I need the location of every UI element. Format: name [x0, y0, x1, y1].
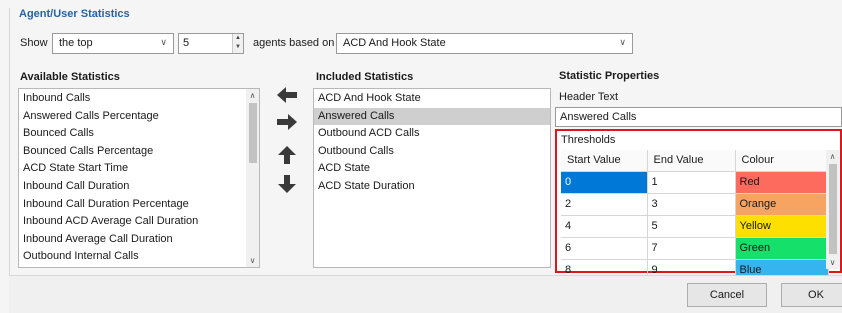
colour-cell[interactable]: Red — [735, 171, 829, 194]
colour-cell[interactable]: Green — [735, 237, 829, 260]
list-item[interactable]: Inbound Call Duration Percentage — [19, 196, 245, 214]
arrow-up-icon — [278, 146, 296, 164]
scroll-up-icon[interactable]: ∧ — [246, 89, 259, 102]
end-value-cell[interactable]: 3 — [647, 193, 736, 216]
list-item[interactable]: Answered Calls Percentage — [19, 108, 245, 126]
show-mode-dropdown[interactable]: the top ∨ — [52, 33, 174, 54]
start-value-cell[interactable]: 6 — [561, 237, 648, 260]
scroll-down-icon[interactable]: ∨ — [826, 256, 839, 269]
end-value-cell[interactable]: 1 — [647, 171, 736, 194]
list-item[interactable]: Outbound ACD Calls — [314, 125, 550, 143]
based-on-value: ACD And Hook State — [343, 37, 446, 49]
ok-button[interactable]: OK — [781, 283, 842, 307]
column-header-colour[interactable]: Colour — [735, 150, 829, 172]
thresholds-panel: Thresholds Start Value End Value Colour … — [555, 129, 842, 282]
based-on-dropdown[interactable]: ACD And Hook State ∨ — [336, 33, 633, 54]
colour-cell[interactable]: Yellow — [735, 215, 829, 238]
header-text-input[interactable]: Answered Calls — [555, 107, 842, 127]
thresholds-table: Start Value End Value Colour 0 1 Red 2 3 Oran… — [561, 150, 829, 282]
scroll-up-icon[interactable]: ∧ — [826, 150, 839, 163]
remove-statistic-button[interactable] — [275, 112, 299, 132]
start-value-cell[interactable]: 0 — [561, 171, 648, 194]
table-row[interactable]: 4 5 Yellow — [561, 215, 829, 238]
table-row[interactable]: 2 3 Orange — [561, 193, 829, 216]
included-statistics-header: Included Statistics — [316, 71, 414, 83]
start-value-cell[interactable]: 4 — [561, 215, 648, 238]
list-item[interactable]: Bounced Calls Percentage — [19, 143, 245, 161]
count-value: 5 — [183, 37, 190, 49]
chevron-down-icon: ∨ — [160, 37, 167, 47]
arrow-right-icon — [277, 114, 297, 130]
scroll-down-icon[interactable]: ∨ — [246, 254, 259, 267]
thresholds-label: Thresholds — [561, 134, 616, 146]
table-header-row: Start Value End Value Colour — [561, 150, 829, 172]
move-up-button[interactable] — [275, 145, 299, 165]
list-item[interactable]: Outbound Internal Calls — [19, 248, 245, 266]
list-item[interactable]: Inbound Call Duration — [19, 178, 245, 196]
increment-icon[interactable]: ▲ — [233, 34, 243, 43]
list-item[interactable]: ACD And Hook State — [314, 90, 550, 108]
agent-statistics-dialog: Agent/User Statistics Show the top ∨ 5 ▲… — [0, 0, 842, 313]
end-value-cell[interactable]: 5 — [647, 215, 736, 238]
add-statistic-button[interactable] — [275, 85, 299, 105]
available-statistics-list[interactable]: Inbound Calls Answered Calls Percentage Bo… — [18, 88, 260, 268]
move-down-button[interactable] — [275, 174, 299, 194]
list-item[interactable]: ACD State — [314, 160, 550, 178]
available-statistics-header: Available Statistics — [20, 71, 120, 83]
arrow-left-icon — [277, 87, 297, 103]
list-item[interactable]: ACD State Start Time — [19, 160, 245, 178]
column-header-start[interactable]: Start Value — [561, 150, 648, 172]
scroll-thumb[interactable] — [829, 164, 837, 254]
list-item[interactable]: Inbound ACD Average Call Duration — [19, 213, 245, 231]
included-statistics-list[interactable]: ACD And Hook State Answered Calls Outbound… — [313, 88, 551, 268]
chevron-down-icon: ∨ — [619, 37, 626, 47]
stepper-buttons[interactable]: ▲ ▼ — [232, 34, 243, 53]
scroll-thumb[interactable] — [249, 103, 257, 163]
vertical-scrollbar[interactable]: ∧ ∨ — [246, 89, 259, 267]
header-text-label: Header Text — [559, 91, 619, 103]
list-item[interactable]: Answered Calls — [314, 107, 550, 126]
decrement-icon[interactable]: ▼ — [233, 43, 243, 52]
start-value-cell[interactable]: 2 — [561, 193, 648, 216]
group-title: Agent/User Statistics — [19, 8, 130, 20]
list-item[interactable]: Inbound Calls — [19, 90, 245, 108]
header-text-value: Answered Calls — [560, 111, 637, 123]
list-item[interactable]: Bounced Calls — [19, 125, 245, 143]
statistic-properties-header: Statistic Properties — [559, 70, 660, 82]
arrow-down-icon — [278, 175, 296, 193]
list-item[interactable]: ACD State Duration — [314, 178, 550, 196]
table-row[interactable]: 6 7 Green — [561, 237, 829, 260]
column-header-end[interactable]: End Value — [647, 150, 736, 172]
show-mode-value: the top — [59, 37, 93, 49]
table-row[interactable]: 0 1 Red — [561, 171, 829, 194]
colour-cell[interactable]: Orange — [735, 193, 829, 216]
count-stepper[interactable]: 5 ▲ ▼ — [178, 33, 244, 54]
dialog-footer: Cancel OK — [9, 275, 842, 313]
list-item[interactable]: Inbound Average Call Duration — [19, 231, 245, 249]
group-border — [9, 8, 10, 308]
show-label: Show — [20, 37, 48, 49]
agents-based-on-label: agents based on — [253, 37, 335, 49]
list-item[interactable]: Outbound Calls — [314, 143, 550, 161]
thresholds-scrollbar[interactable]: ∧ ∨ — [826, 150, 839, 269]
cancel-button[interactable]: Cancel — [687, 283, 767, 307]
end-value-cell[interactable]: 7 — [647, 237, 736, 260]
